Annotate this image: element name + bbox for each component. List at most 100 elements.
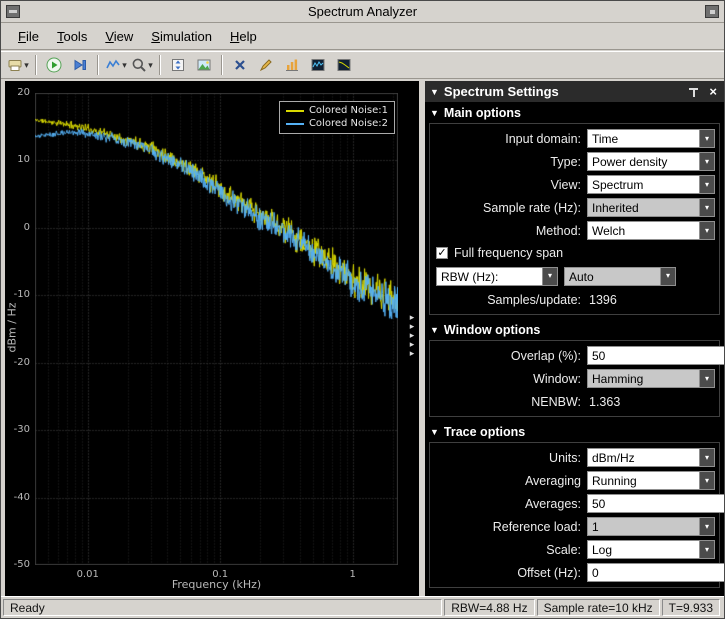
combo-arrow: ▾ <box>660 268 675 285</box>
section-trace-options[interactable]: ▼ Trace options <box>425 421 724 441</box>
units-select[interactable]: dBm/Hz ▾ <box>587 448 715 467</box>
combo-arrow: ▾ <box>542 268 557 285</box>
overlap-label: Overlap (%): <box>432 349 587 363</box>
collapse-icon: ▼ <box>430 325 439 335</box>
toolbar-separator <box>221 55 223 75</box>
spectrum-plot <box>35 93 398 565</box>
histogram-button[interactable] <box>280 53 304 77</box>
section-title: Trace options <box>444 425 525 439</box>
chevron-down-icon: ▾ <box>705 204 709 212</box>
signal-icon <box>105 57 121 73</box>
y-tick-label: 0 <box>5 222 30 233</box>
menu-view[interactable]: View <box>96 26 142 47</box>
pin-icon[interactable] <box>688 86 699 98</box>
averages-input[interactable] <box>587 494 724 513</box>
units-value: dBm/Hz <box>588 449 699 466</box>
view-label: View: <box>432 178 587 192</box>
window-options-group: Overlap (%): Window: Hamming ▾ NENBW: 1.… <box>429 340 720 417</box>
status-sample-rate: Sample rate=10 kHz <box>537 599 660 616</box>
menu-tools[interactable]: Tools <box>48 26 96 47</box>
waveform-icon <box>310 57 326 73</box>
combo-arrow: ▾ <box>699 153 714 170</box>
chevron-down-icon: ▾ <box>705 181 709 189</box>
status-time: T=9.933 <box>662 599 720 616</box>
panel-splitter-handle[interactable]: ▸ ▸ ▸ ▸ ▸ <box>405 313 419 358</box>
fit-to-view-button[interactable] <box>166 53 190 77</box>
rbw-value-combo[interactable]: Auto ▾ <box>564 267 676 286</box>
overlap-input[interactable] <box>587 346 724 365</box>
combo-arrow: ▾ <box>699 176 714 193</box>
settings-close-button[interactable]: × <box>707 85 719 98</box>
export-setup-button[interactable]: ▾ <box>6 53 30 77</box>
sample-rate-value: Inherited <box>588 199 699 216</box>
combo-arrow: ▾ <box>699 199 714 216</box>
step-forward-button[interactable] <box>68 53 92 77</box>
reference-load-combo[interactable]: 1 ▾ <box>587 517 715 536</box>
x-cursor-icon <box>232 57 248 73</box>
method-select[interactable]: Welch ▾ <box>587 221 715 240</box>
view-select[interactable]: Spectrum ▾ <box>587 175 715 194</box>
full-frequency-span-label: Full frequency span <box>454 246 563 260</box>
samples-update-value: 1396 <box>587 293 617 307</box>
cursor-measurements-button[interactable] <box>228 53 252 77</box>
method-label: Method: <box>432 224 587 238</box>
scale-value: Log <box>588 541 699 558</box>
scope-display: 20100-10-20-30-40-500.010.11 dBm / Hz Fr… <box>5 81 419 596</box>
averaging-row: Averaging Running ▾ <box>432 469 715 492</box>
scale-row: Scale: Log ▾ <box>432 538 715 561</box>
menu-file[interactable]: File <box>9 26 48 47</box>
offset-input[interactable] <box>587 563 724 582</box>
averaging-select[interactable]: Running ▾ <box>587 471 715 490</box>
window-close-button[interactable] <box>705 5 719 18</box>
collapse-icon[interactable]: ▼ <box>430 87 439 97</box>
rbw-mode-value: RBW (Hz): <box>437 268 542 285</box>
section-window-options[interactable]: ▼ Window options <box>425 319 724 339</box>
type-value: Power density <box>588 153 699 170</box>
fit-vertical-icon <box>170 57 186 73</box>
section-title: Main options <box>444 106 521 120</box>
scale-select[interactable]: Log ▾ <box>587 540 715 559</box>
trend-icon <box>336 57 352 73</box>
type-label: Type: <box>432 155 587 169</box>
spectrum-settings-panel: ▼ Spectrum Settings × ▼ Main options Inp… <box>425 81 724 596</box>
averages-row: Averages: <box>432 492 715 515</box>
section-main-options[interactable]: ▼ Main options <box>425 102 724 122</box>
status-rbw: RBW=4.88 Hz <box>444 599 534 616</box>
scale-label: Scale: <box>432 543 587 557</box>
sample-rate-label: Sample rate (Hz): <box>432 201 587 215</box>
units-row: Units: dBm/Hz ▾ <box>432 446 715 469</box>
zoom-button[interactable]: ▾ <box>130 53 154 77</box>
chevron-down-icon: ▾ <box>705 375 709 383</box>
run-button[interactable] <box>42 53 66 77</box>
collapse-icon: ▼ <box>430 108 439 118</box>
window-select[interactable]: Hamming ▾ <box>587 369 715 388</box>
reference-load-label: Reference load: <box>432 520 587 534</box>
dropdown-arrow-icon: ▾ <box>122 61 127 70</box>
menubar: File Tools View Simulation Help <box>1 24 724 50</box>
input-domain-select[interactable]: Time ▾ <box>587 129 715 148</box>
combo-arrow: ▾ <box>699 541 714 558</box>
rbw-mode-select[interactable]: RBW (Hz): ▾ <box>436 267 558 286</box>
titlebar: Spectrum Analyzer <box>1 1 724 23</box>
menu-help[interactable]: Help <box>221 26 266 47</box>
legend-row: Colored Noise:1 <box>286 104 388 117</box>
menu-simulation[interactable]: Simulation <box>142 26 221 47</box>
offset-row: Offset (Hz): <box>432 561 715 584</box>
simulation-source-button[interactable]: ▾ <box>104 53 128 77</box>
dropdown-arrow-icon: ▾ <box>148 61 153 70</box>
sample-rate-combo[interactable]: Inherited ▾ <box>587 198 715 217</box>
averaging-value: Running <box>588 472 699 489</box>
signal-trace-button[interactable] <box>306 53 330 77</box>
snapshot-button[interactable] <box>192 53 216 77</box>
toolbar-separator <box>97 55 99 75</box>
nenbw-value: 1.363 <box>587 395 620 409</box>
full-frequency-span-checkbox[interactable]: ✓ <box>436 247 448 259</box>
type-select[interactable]: Power density ▾ <box>587 152 715 171</box>
legend-label: Colored Noise:2 <box>309 118 388 129</box>
view-value: Spectrum <box>588 176 699 193</box>
peak-finder-button[interactable] <box>254 53 278 77</box>
chevron-down-icon: ▾ <box>705 135 709 143</box>
legend: Colored Noise:1 Colored Noise:2 <box>279 101 395 134</box>
spectral-mask-button[interactable] <box>332 53 356 77</box>
legend-swatch <box>286 123 304 125</box>
